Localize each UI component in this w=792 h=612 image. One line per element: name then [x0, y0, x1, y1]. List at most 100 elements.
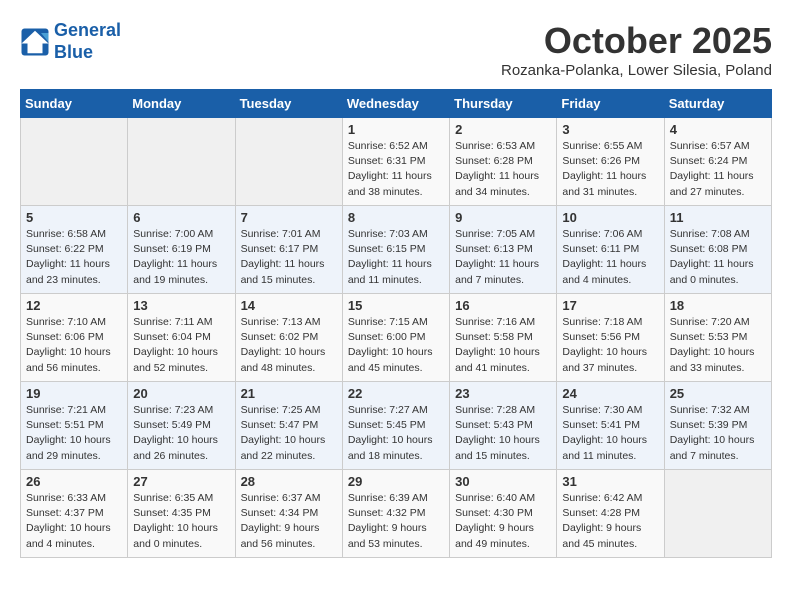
- day-info: Sunrise: 7:25 AM Sunset: 5:47 PM Dayligh…: [241, 403, 337, 464]
- day-number: 27: [133, 474, 229, 489]
- calendar-week-row: 1 Sunrise: 6:52 AM Sunset: 6:31 PM Daylig…: [21, 118, 772, 206]
- day-number: 16: [455, 298, 551, 313]
- day-info: Sunrise: 6:52 AM Sunset: 6:31 PM Dayligh…: [348, 139, 444, 200]
- calendar-week-row: 5 Sunrise: 6:58 AM Sunset: 6:22 PM Daylig…: [21, 206, 772, 294]
- day-number: 26: [26, 474, 122, 489]
- day-number: 28: [241, 474, 337, 489]
- calendar-cell: 2 Sunrise: 6:53 AM Sunset: 6:28 PM Daylig…: [450, 118, 557, 206]
- day-number: 13: [133, 298, 229, 313]
- day-number: 24: [562, 386, 658, 401]
- day-info: Sunrise: 7:28 AM Sunset: 5:43 PM Dayligh…: [455, 403, 551, 464]
- day-number: 21: [241, 386, 337, 401]
- day-number: 10: [562, 210, 658, 225]
- calendar-cell: [128, 118, 235, 206]
- day-number: 22: [348, 386, 444, 401]
- calendar-cell: 1 Sunrise: 6:52 AM Sunset: 6:31 PM Daylig…: [342, 118, 449, 206]
- calendar-cell: 23 Sunrise: 7:28 AM Sunset: 5:43 PM Dayli…: [450, 382, 557, 470]
- day-info: Sunrise: 7:01 AM Sunset: 6:17 PM Dayligh…: [241, 227, 337, 288]
- weekday-header: Saturday: [664, 90, 771, 118]
- calendar-cell: 16 Sunrise: 7:16 AM Sunset: 5:58 PM Dayli…: [450, 294, 557, 382]
- calendar-cell: 29 Sunrise: 6:39 AM Sunset: 4:32 PM Dayli…: [342, 470, 449, 558]
- calendar-cell: 4Sunrise: 6:57 AM Sunset: 6:24 PM Daylig…: [664, 118, 771, 206]
- calendar-cell: 11 Sunrise: 7:08 AM Sunset: 6:08 PM Dayli…: [664, 206, 771, 294]
- day-info: Sunrise: 7:18 AM Sunset: 5:56 PM Dayligh…: [562, 315, 658, 376]
- day-number: 3: [562, 122, 658, 137]
- day-number: 23: [455, 386, 551, 401]
- day-number: 31: [562, 474, 658, 489]
- calendar-cell: 7 Sunrise: 7:01 AM Sunset: 6:17 PM Daylig…: [235, 206, 342, 294]
- day-number: 6: [133, 210, 229, 225]
- day-info: Sunrise: 6:39 AM Sunset: 4:32 PM Dayligh…: [348, 491, 444, 552]
- calendar-cell: 31 Sunrise: 6:42 AM Sunset: 4:28 PM Dayli…: [557, 470, 664, 558]
- day-info: Sunrise: 6:40 AM Sunset: 4:30 PM Dayligh…: [455, 491, 551, 552]
- day-number: 29: [348, 474, 444, 489]
- weekday-header: Sunday: [21, 90, 128, 118]
- day-info: Sunrise: 7:05 AM Sunset: 6:13 PM Dayligh…: [455, 227, 551, 288]
- calendar-cell: 26Sunrise: 6:33 AM Sunset: 4:37 PM Dayli…: [21, 470, 128, 558]
- day-number: 20: [133, 386, 229, 401]
- calendar-cell: 22 Sunrise: 7:27 AM Sunset: 5:45 PM Dayli…: [342, 382, 449, 470]
- day-number: 15: [348, 298, 444, 313]
- weekday-header: Thursday: [450, 90, 557, 118]
- calendar-cell: 24 Sunrise: 7:30 AM Sunset: 5:41 PM Dayli…: [557, 382, 664, 470]
- calendar-cell: 5 Sunrise: 6:58 AM Sunset: 6:22 PM Daylig…: [21, 206, 128, 294]
- day-number: 1: [348, 122, 444, 137]
- day-number: 2: [455, 122, 551, 137]
- calendar-cell: 19 Sunrise: 7:21 AM Sunset: 5:51 PM Dayli…: [21, 382, 128, 470]
- day-number: 11: [670, 210, 766, 225]
- location: Rozanka-Polanka, Lower Silesia, Poland: [501, 62, 772, 79]
- calendar-week-row: 26Sunrise: 6:33 AM Sunset: 4:37 PM Dayli…: [21, 470, 772, 558]
- day-info: Sunrise: 6:55 AM Sunset: 6:26 PM Dayligh…: [562, 139, 658, 200]
- day-number: 18: [670, 298, 766, 313]
- calendar-cell: 21 Sunrise: 7:25 AM Sunset: 5:47 PM Dayli…: [235, 382, 342, 470]
- day-info: Sunrise: 7:11 AM Sunset: 6:04 PM Dayligh…: [133, 315, 229, 376]
- calendar-cell: 9 Sunrise: 7:05 AM Sunset: 6:13 PM Daylig…: [450, 206, 557, 294]
- calendar-cell: [664, 470, 771, 558]
- day-info: Sunrise: 7:16 AM Sunset: 5:58 PM Dayligh…: [455, 315, 551, 376]
- calendar-cell: [235, 118, 342, 206]
- day-info: Sunrise: 7:23 AM Sunset: 5:49 PM Dayligh…: [133, 403, 229, 464]
- day-info: Sunrise: 6:42 AM Sunset: 4:28 PM Dayligh…: [562, 491, 658, 552]
- day-number: 4: [670, 122, 766, 137]
- day-number: 12: [26, 298, 122, 313]
- day-info: Sunrise: 7:30 AM Sunset: 5:41 PM Dayligh…: [562, 403, 658, 464]
- logo: General Blue: [20, 20, 121, 63]
- day-number: 7: [241, 210, 337, 225]
- day-number: 17: [562, 298, 658, 313]
- day-number: 25: [670, 386, 766, 401]
- day-info: Sunrise: 7:21 AM Sunset: 5:51 PM Dayligh…: [26, 403, 122, 464]
- calendar-cell: 28Sunrise: 6:37 AM Sunset: 4:34 PM Dayli…: [235, 470, 342, 558]
- calendar-cell: 17 Sunrise: 7:18 AM Sunset: 5:56 PM Dayli…: [557, 294, 664, 382]
- calendar-cell: 13 Sunrise: 7:11 AM Sunset: 6:04 PM Dayli…: [128, 294, 235, 382]
- day-info: Sunrise: 6:58 AM Sunset: 6:22 PM Dayligh…: [26, 227, 122, 288]
- month-title: October 2025: [501, 20, 772, 62]
- page-header: General Blue October 2025 Rozanka-Polank…: [20, 20, 772, 79]
- day-number: 5: [26, 210, 122, 225]
- day-number: 8: [348, 210, 444, 225]
- day-info: Sunrise: 7:08 AM Sunset: 6:08 PM Dayligh…: [670, 227, 766, 288]
- calendar-cell: 20 Sunrise: 7:23 AM Sunset: 5:49 PM Dayli…: [128, 382, 235, 470]
- calendar-cell: 25Sunrise: 7:32 AM Sunset: 5:39 PM Dayli…: [664, 382, 771, 470]
- logo-icon: [20, 27, 50, 57]
- day-info: Sunrise: 7:03 AM Sunset: 6:15 PM Dayligh…: [348, 227, 444, 288]
- day-info: Sunrise: 7:10 AM Sunset: 6:06 PM Dayligh…: [26, 315, 122, 376]
- calendar-cell: 27Sunrise: 6:35 AM Sunset: 4:35 PM Dayli…: [128, 470, 235, 558]
- day-info: Sunrise: 7:13 AM Sunset: 6:02 PM Dayligh…: [241, 315, 337, 376]
- calendar-cell: 14 Sunrise: 7:13 AM Sunset: 6:02 PM Dayli…: [235, 294, 342, 382]
- day-number: 14: [241, 298, 337, 313]
- calendar-cell: 18 Sunrise: 7:20 AM Sunset: 5:53 PM Dayli…: [664, 294, 771, 382]
- logo-text: General Blue: [54, 20, 121, 63]
- calendar-cell: 30Sunrise: 6:40 AM Sunset: 4:30 PM Dayli…: [450, 470, 557, 558]
- day-number: 9: [455, 210, 551, 225]
- day-number: 19: [26, 386, 122, 401]
- calendar-cell: [21, 118, 128, 206]
- day-info: Sunrise: 7:27 AM Sunset: 5:45 PM Dayligh…: [348, 403, 444, 464]
- calendar-cell: 6Sunrise: 7:00 AM Sunset: 6:19 PM Daylig…: [128, 206, 235, 294]
- weekday-header: Wednesday: [342, 90, 449, 118]
- weekday-header: Friday: [557, 90, 664, 118]
- day-info: Sunrise: 6:53 AM Sunset: 6:28 PM Dayligh…: [455, 139, 551, 200]
- day-info: Sunrise: 7:15 AM Sunset: 6:00 PM Dayligh…: [348, 315, 444, 376]
- day-info: Sunrise: 7:20 AM Sunset: 5:53 PM Dayligh…: [670, 315, 766, 376]
- calendar-table: SundayMondayTuesdayWednesdayThursdayFrid…: [20, 89, 772, 558]
- calendar-cell: 15 Sunrise: 7:15 AM Sunset: 6:00 PM Dayli…: [342, 294, 449, 382]
